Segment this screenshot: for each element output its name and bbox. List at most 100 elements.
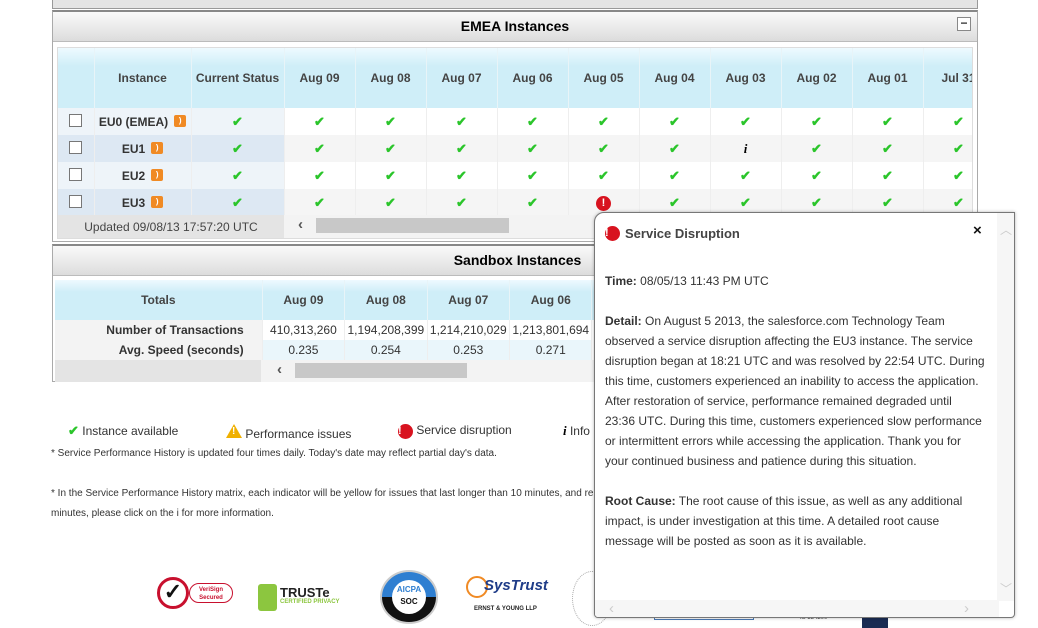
value-cell: 1,214,210,029 (427, 320, 511, 340)
row-label: Avg. Speed (seconds) (55, 340, 263, 360)
check-icon: ✔ (811, 194, 822, 210)
select-cell (58, 135, 95, 162)
instance-name[interactable]: EU2 (122, 169, 145, 183)
history-cell: ✔ (923, 108, 972, 135)
check-icon: ✔ (314, 167, 325, 183)
history-cell: ✔ (497, 135, 569, 162)
check-icon: ✔ (314, 140, 325, 156)
check-icon: ✔ (811, 140, 822, 156)
scroll-thumb[interactable] (295, 363, 467, 378)
emea-title: EMEA Instances (460, 18, 570, 34)
legend-label: Performance issues (245, 427, 352, 441)
instance-checkbox[interactable] (69, 194, 83, 208)
select-cell (58, 108, 95, 135)
rss-icon[interactable]: ) (151, 141, 164, 154)
check-icon: ✔ (456, 167, 467, 183)
check-icon: ✔ (953, 167, 964, 183)
history-cell: ✔ (639, 135, 711, 162)
popup-horizontal-scrollbar[interactable]: ‹ › (595, 600, 999, 617)
scroll-down-arrow-icon[interactable]: ﹀ (1000, 580, 1012, 597)
check-icon: ✔ (598, 167, 609, 183)
value-cell: 0.254 (344, 340, 428, 360)
instance-cell: EU3) (94, 189, 192, 216)
history-cell: ✔ (923, 135, 972, 162)
instance-checkbox[interactable] (69, 113, 83, 127)
scroll-left-arrow-icon[interactable]: ‹ (277, 361, 282, 378)
check-icon: ✔ (953, 140, 964, 156)
emea-table-wrap: Instance Current Status Aug 09 Aug 08 Aug 07… (57, 47, 973, 239)
check-icon: ✔ (527, 167, 538, 183)
rss-icon[interactable]: ) (174, 114, 187, 127)
check-icon: ✔ (669, 113, 680, 129)
history-cell: ✔ (710, 108, 782, 135)
date-header: Aug 09 (284, 48, 356, 108)
date-header: Aug 07 (427, 280, 511, 320)
history-cell: ✔ (781, 135, 853, 162)
check-icon: ✔ (314, 113, 325, 129)
history-cell: ✔ (497, 108, 569, 135)
sandbox-horizontal-scrollbar[interactable]: ‹ (261, 360, 615, 382)
scroll-up-arrow-icon[interactable]: ︿ (1000, 221, 1012, 238)
instance-row: EU2) ✔ ✔ ✔ ✔ ✔ ✔ ✔ ✔ ✔ ✔ ✔ (58, 162, 972, 189)
check-icon: ✔ (456, 194, 467, 210)
date-header: Aug 09 (262, 280, 346, 320)
detail-label: Detail: (605, 314, 642, 328)
legend-label: Service disruption (416, 423, 512, 437)
history-cell: ✔ (497, 162, 569, 189)
disruption-icon[interactable]: ! (596, 195, 611, 211)
collapse-button[interactable]: − (957, 17, 971, 31)
sandbox-panel: Sandbox Instances Totals Aug 09 Aug 08 Aug … (52, 244, 615, 382)
date-header: Jul 31 (923, 48, 972, 108)
check-icon: ✔ (68, 423, 79, 438)
scroll-left-arrow-icon[interactable]: ‹ (609, 600, 614, 617)
sandbox-row: Avg. Speed (seconds) 0.235 0.254 0.253 0.271 (55, 340, 615, 360)
sandbox-panel-header: Sandbox Instances (53, 246, 612, 276)
check-icon: ✔ (527, 113, 538, 129)
date-header: Aug 04 (639, 48, 711, 108)
disruption-icon: ! (605, 226, 620, 241)
emea-panel: EMEA Instances − Instance Current Status A… (52, 10, 978, 242)
instance-cell: EU0 (EMEA)) (94, 108, 192, 135)
popup-vertical-scrollbar[interactable]: ︿ ﹀ (997, 213, 1014, 601)
check-icon: ✔ (385, 194, 396, 210)
check-icon: ✔ (456, 140, 467, 156)
history-cell: ✔ (568, 108, 640, 135)
instance-name[interactable]: EU0 (EMEA) (99, 115, 168, 129)
instance-name[interactable]: EU3 (122, 196, 145, 210)
check-icon: ✔ (740, 194, 751, 210)
info-icon[interactable]: i (744, 141, 748, 156)
check-icon: ✔ (882, 194, 893, 210)
check-icon: ✔ (669, 194, 680, 210)
previous-panel-bottom (52, 0, 978, 9)
close-button[interactable]: × (973, 222, 982, 239)
history-cell: ✔ (639, 108, 711, 135)
scroll-thumb[interactable] (316, 218, 509, 233)
legend-available: ✔ Instance available (68, 423, 178, 439)
check-icon: ✔ (314, 194, 325, 210)
date-header: Aug 03 (710, 48, 782, 108)
instance-name[interactable]: EU1 (122, 142, 145, 156)
check-icon: ✔ (232, 167, 243, 183)
check-icon: ✔ (598, 140, 609, 156)
history-cell: ✔ (781, 108, 853, 135)
rss-icon[interactable]: ) (151, 195, 164, 208)
date-header: Aug 08 (344, 280, 428, 320)
history-cell: ✔ (284, 108, 356, 135)
warning-icon: ! (226, 424, 242, 438)
instance-checkbox[interactable] (69, 140, 83, 154)
select-header (58, 48, 95, 108)
rss-icon[interactable]: ) (151, 168, 164, 181)
service-disruption-popup: ! Service Disruption × Time: 08/05/13 11… (594, 212, 1015, 618)
popup-header: ! Service Disruption (605, 226, 740, 241)
check-icon: ✔ (232, 113, 243, 129)
scroll-right-arrow-icon[interactable]: › (964, 600, 969, 617)
history-cell: ✔ (284, 135, 356, 162)
systrust-logo: SysTrust ERNST & YOUNG LLP (462, 574, 552, 618)
check-icon: ✔ (811, 167, 822, 183)
check-icon: ✔ (882, 167, 893, 183)
instance-checkbox[interactable] (69, 167, 83, 181)
disruption-icon: ! (398, 424, 413, 439)
note-update-frequency: * Service Performance History is updated… (51, 448, 497, 459)
note-more-info: minutes, please click on the i for more … (51, 508, 274, 519)
scroll-left-arrow-icon[interactable]: ‹ (298, 216, 303, 233)
